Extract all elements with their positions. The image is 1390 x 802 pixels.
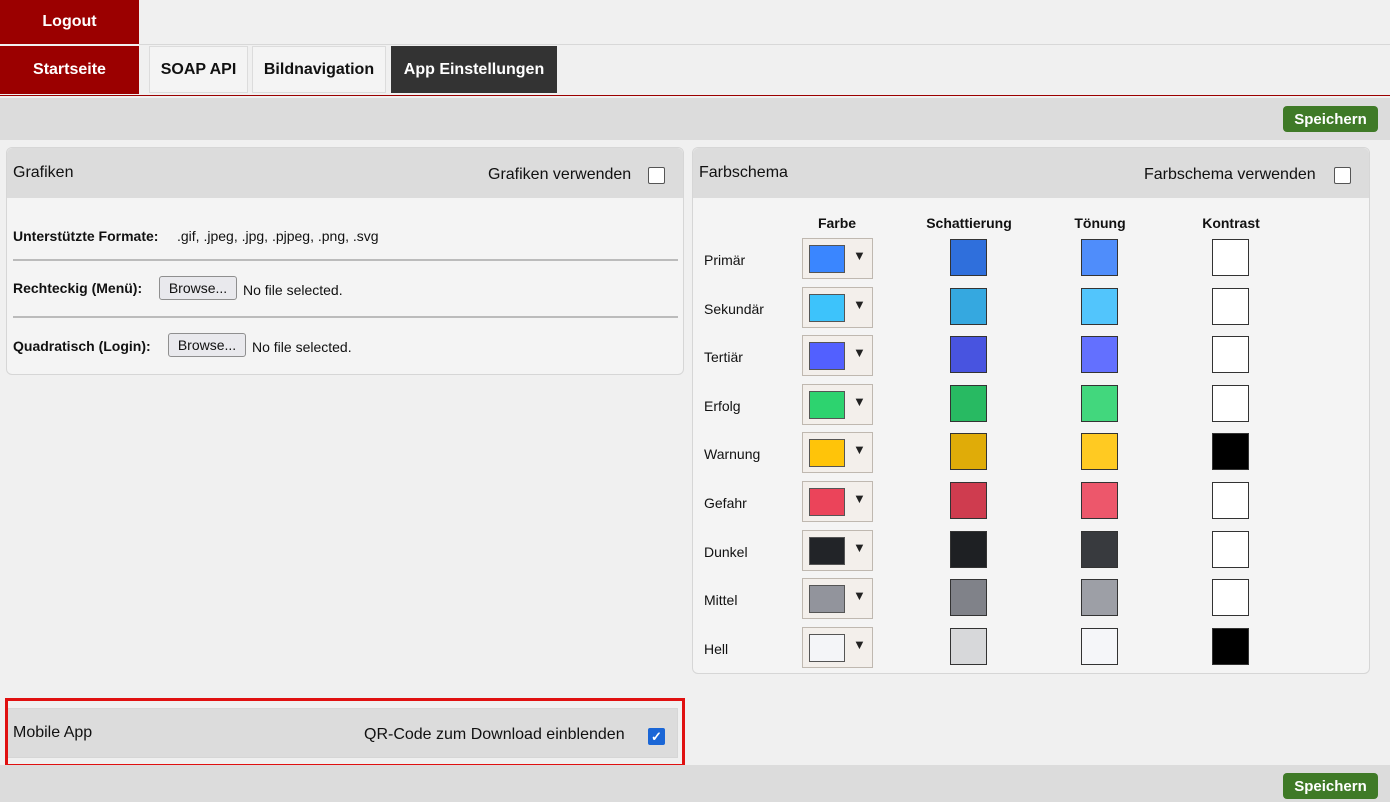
color-picker[interactable]: ▼ bbox=[802, 335, 873, 376]
home-button[interactable]: Startseite bbox=[0, 46, 139, 94]
contrast-swatch bbox=[1212, 336, 1249, 373]
tint-swatch bbox=[1081, 482, 1118, 519]
save-bar-bottom: Speichern bbox=[0, 765, 1390, 802]
divider bbox=[13, 259, 678, 261]
shade-swatch bbox=[950, 482, 987, 519]
color-row-label: Primär bbox=[704, 252, 746, 268]
tint-swatch bbox=[1081, 579, 1118, 616]
color-picker[interactable]: ▼ bbox=[802, 530, 873, 571]
column-header-kontrast: Kontrast bbox=[1202, 215, 1260, 231]
color-swatch bbox=[809, 342, 845, 370]
contrast-swatch bbox=[1212, 482, 1249, 519]
formats-value: .gif, .jpeg, .jpg, .pjpeg, .png, .svg bbox=[177, 228, 379, 244]
color-swatch bbox=[809, 439, 845, 467]
dropdown-arrow-icon: ▼ bbox=[853, 345, 866, 360]
column-header-toenung: Tönung bbox=[1074, 215, 1126, 231]
top-divider bbox=[139, 44, 1390, 45]
color-swatch bbox=[809, 245, 845, 273]
color-swatch bbox=[809, 391, 845, 419]
top-navigation: Logout Startseite SOAP API Bildnavigatio… bbox=[0, 0, 1390, 96]
shade-swatch bbox=[950, 579, 987, 616]
square-login-label: Quadratisch (Login): bbox=[13, 338, 151, 354]
color-swatch bbox=[809, 488, 845, 516]
contrast-swatch bbox=[1212, 288, 1249, 325]
square-browse-button[interactable]: Browse... bbox=[168, 333, 246, 357]
graphics-panel-header: Grafiken Grafiken verwenden bbox=[7, 148, 683, 198]
color-picker[interactable]: ▼ bbox=[802, 432, 873, 473]
save-button-bottom[interactable]: Speichern bbox=[1283, 773, 1378, 799]
color-swatch bbox=[809, 585, 845, 613]
shade-swatch bbox=[950, 433, 987, 470]
dropdown-arrow-icon: ▼ bbox=[853, 491, 866, 506]
shade-swatch bbox=[950, 336, 987, 373]
color-picker[interactable]: ▼ bbox=[802, 238, 873, 279]
tint-swatch bbox=[1081, 433, 1118, 470]
tint-swatch bbox=[1081, 288, 1118, 325]
color-row-label: Dunkel bbox=[704, 544, 748, 560]
contrast-swatch bbox=[1212, 433, 1249, 470]
color-scheme-header: Farbschema Farbschema verwenden bbox=[693, 148, 1369, 198]
color-row-label: Tertiär bbox=[704, 349, 743, 365]
color-row-label: Gefahr bbox=[704, 495, 747, 511]
dropdown-arrow-icon: ▼ bbox=[853, 637, 866, 652]
color-swatch bbox=[809, 537, 845, 565]
dropdown-arrow-icon: ▼ bbox=[853, 248, 866, 263]
color-swatch bbox=[809, 294, 845, 322]
contrast-swatch bbox=[1212, 239, 1249, 276]
color-scheme-title: Farbschema bbox=[699, 164, 788, 181]
shade-swatch bbox=[950, 531, 987, 568]
save-bar-top: Speichern bbox=[0, 98, 1390, 140]
color-swatch bbox=[809, 634, 845, 662]
color-row-label: Mittel bbox=[704, 592, 738, 608]
color-picker[interactable]: ▼ bbox=[802, 627, 873, 668]
shade-swatch bbox=[950, 239, 987, 276]
color-picker[interactable]: ▼ bbox=[802, 287, 873, 328]
contrast-swatch bbox=[1212, 531, 1249, 568]
color-scheme-use-label: Farbschema verwenden bbox=[1144, 166, 1316, 183]
color-picker[interactable]: ▼ bbox=[802, 578, 873, 619]
shade-swatch bbox=[950, 385, 987, 422]
column-header-schattierung: Schattierung bbox=[926, 215, 1012, 231]
contrast-swatch bbox=[1212, 628, 1249, 665]
color-row-label: Hell bbox=[704, 641, 729, 657]
tab-soap-api[interactable]: SOAP API bbox=[149, 46, 248, 93]
highlight-box bbox=[5, 698, 685, 767]
rect-menu-label: Rechteckig (Menü): bbox=[13, 280, 143, 296]
tint-swatch bbox=[1081, 336, 1118, 373]
tint-swatch bbox=[1081, 628, 1118, 665]
graphics-title: Grafiken bbox=[13, 164, 74, 181]
rect-browse-button[interactable]: Browse... bbox=[159, 276, 237, 300]
tint-swatch bbox=[1081, 239, 1118, 276]
tint-swatch bbox=[1081, 385, 1118, 422]
tab-app-einstellungen[interactable]: App Einstellungen bbox=[391, 46, 557, 93]
dropdown-arrow-icon: ▼ bbox=[853, 394, 866, 409]
color-scheme-use-checkbox[interactable] bbox=[1334, 167, 1351, 184]
graphics-panel: Grafiken Grafiken verwenden Unterstützte… bbox=[6, 147, 684, 375]
save-button-top[interactable]: Speichern bbox=[1283, 106, 1378, 132]
color-row-label: Erfolg bbox=[704, 398, 741, 414]
dropdown-arrow-icon: ▼ bbox=[853, 540, 866, 555]
color-picker[interactable]: ▼ bbox=[802, 481, 873, 522]
dropdown-arrow-icon: ▼ bbox=[853, 588, 866, 603]
color-row-label: Sekundär bbox=[704, 301, 764, 317]
contrast-swatch bbox=[1212, 385, 1249, 422]
logout-button[interactable]: Logout bbox=[0, 0, 139, 44]
shade-swatch bbox=[950, 628, 987, 665]
dropdown-arrow-icon: ▼ bbox=[853, 297, 866, 312]
formats-label: Unterstützte Formate: bbox=[13, 228, 159, 244]
square-file-status: No file selected. bbox=[252, 339, 352, 355]
rect-file-status: No file selected. bbox=[243, 282, 343, 298]
shade-swatch bbox=[950, 288, 987, 325]
tint-swatch bbox=[1081, 531, 1118, 568]
color-picker[interactable]: ▼ bbox=[802, 384, 873, 425]
column-header-farbe: Farbe bbox=[817, 215, 857, 231]
divider bbox=[13, 316, 678, 318]
color-row-label: Warnung bbox=[704, 446, 761, 462]
graphics-use-checkbox[interactable] bbox=[648, 167, 665, 184]
contrast-swatch bbox=[1212, 579, 1249, 616]
tab-bildnavigation[interactable]: Bildnavigation bbox=[252, 46, 386, 93]
dropdown-arrow-icon: ▼ bbox=[853, 442, 866, 457]
graphics-use-label: Grafiken verwenden bbox=[488, 166, 632, 183]
